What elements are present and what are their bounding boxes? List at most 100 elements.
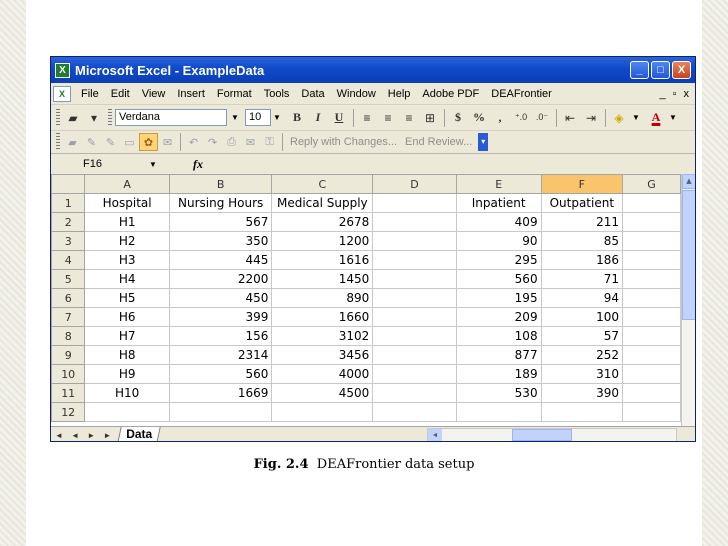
- column-header-b[interactable]: B: [168, 174, 273, 194]
- cell[interactable]: 3102: [271, 326, 374, 346]
- row-header[interactable]: 12: [51, 402, 86, 422]
- horizontal-scroll-thumb[interactable]: [512, 429, 573, 441]
- cell[interactable]: 252: [540, 345, 624, 365]
- cell[interactable]: [622, 212, 681, 232]
- cell[interactable]: 310: [540, 364, 624, 384]
- cell[interactable]: [622, 326, 681, 346]
- doc-close-button[interactable]: x: [684, 88, 690, 100]
- cell[interactable]: 1200: [271, 231, 374, 251]
- toolbar-grip-3[interactable]: [56, 133, 60, 151]
- cell[interactable]: H8: [84, 345, 170, 365]
- cell[interactable]: [622, 364, 681, 384]
- currency-button[interactable]: $: [448, 108, 468, 128]
- cell[interactable]: 195: [455, 288, 542, 308]
- menu-adobe-pdf[interactable]: Adobe PDF: [416, 88, 485, 100]
- cell[interactable]: 1669: [168, 383, 273, 403]
- cell[interactable]: [622, 345, 681, 365]
- lock-icon[interactable]: ⚿: [260, 133, 279, 151]
- vertical-scrollbar[interactable]: ▲: [681, 174, 695, 426]
- scroll-up-icon[interactable]: ▲: [682, 174, 695, 189]
- menu-edit[interactable]: Edit: [105, 88, 136, 100]
- cell[interactable]: 108: [455, 326, 542, 346]
- menu-window[interactable]: Window: [331, 88, 382, 100]
- increase-indent-icon[interactable]: ⇥: [581, 108, 601, 128]
- cell[interactable]: [455, 402, 542, 422]
- fill-color-icon[interactable]: ◈: [609, 108, 629, 128]
- row-header[interactable]: 9: [51, 345, 86, 365]
- cell[interactable]: 2200: [168, 269, 273, 289]
- cell[interactable]: [622, 402, 681, 422]
- doc-restore-button[interactable]: ▫: [673, 88, 677, 100]
- cell[interactable]: 445: [168, 250, 273, 270]
- menu-insert[interactable]: Insert: [171, 88, 211, 100]
- cell[interactable]: 390: [540, 383, 624, 403]
- row-header[interactable]: 2: [51, 212, 86, 232]
- menu-tools[interactable]: Tools: [258, 88, 296, 100]
- font-name-input[interactable]: Verdana: [115, 109, 227, 126]
- underline-button[interactable]: U: [329, 108, 349, 128]
- row-header[interactable]: 10: [51, 364, 86, 384]
- cell[interactable]: 2678: [271, 212, 374, 232]
- cell[interactable]: [372, 402, 457, 422]
- cell[interactable]: 350: [168, 231, 273, 251]
- column-header-c[interactable]: C: [271, 174, 374, 194]
- cell[interactable]: Nursing Hours: [168, 193, 273, 213]
- scroll-left-icon[interactable]: ◄: [428, 428, 443, 441]
- increase-decimal-icon[interactable]: ⁺.0: [511, 108, 531, 128]
- cell[interactable]: 209: [455, 307, 542, 327]
- cell[interactable]: H2: [84, 231, 170, 251]
- cell[interactable]: H10: [84, 383, 170, 403]
- row-header[interactable]: 7: [51, 307, 86, 327]
- show-icon[interactable]: ✉: [158, 133, 177, 151]
- toolbar-grip[interactable]: [56, 108, 60, 127]
- column-header-e[interactable]: E: [455, 174, 542, 194]
- merge-center-icon[interactable]: ⊞: [420, 108, 440, 128]
- cell[interactable]: [622, 383, 681, 403]
- cell[interactable]: 3456: [271, 345, 374, 365]
- cell[interactable]: H9: [84, 364, 170, 384]
- reply-with-changes-button[interactable]: Reply with Changes...: [290, 136, 397, 148]
- cell[interactable]: [372, 288, 457, 308]
- cell[interactable]: H4: [84, 269, 170, 289]
- cell[interactable]: 189: [455, 364, 542, 384]
- cell[interactable]: [622, 307, 681, 327]
- cell[interactable]: 57: [540, 326, 624, 346]
- track-changes-icon[interactable]: ✿: [139, 133, 158, 151]
- cell[interactable]: 156: [168, 326, 273, 346]
- comment-next-icon[interactable]: ✎: [101, 133, 120, 151]
- row-header[interactable]: 6: [51, 288, 86, 308]
- cell[interactable]: 100: [540, 307, 624, 327]
- cell[interactable]: 399: [168, 307, 273, 327]
- cell[interactable]: 877: [455, 345, 542, 365]
- cell[interactable]: [372, 364, 457, 384]
- font-size-input[interactable]: 10: [245, 109, 271, 126]
- menu-data[interactable]: Data: [295, 88, 330, 100]
- menu-help[interactable]: Help: [382, 88, 417, 100]
- cell[interactable]: H5: [84, 288, 170, 308]
- workbook-icon[interactable]: X: [53, 85, 71, 102]
- column-header-d[interactable]: D: [372, 174, 457, 194]
- cell[interactable]: [372, 250, 457, 270]
- cell[interactable]: H7: [84, 326, 170, 346]
- font-dropdown-icon[interactable]: ▼: [229, 109, 241, 126]
- cell[interactable]: 567: [168, 212, 273, 232]
- maximize-button[interactable]: □: [651, 61, 670, 79]
- cell[interactable]: 890: [271, 288, 374, 308]
- decrease-indent-icon[interactable]: ⇤: [560, 108, 580, 128]
- cell[interactable]: 409: [455, 212, 542, 232]
- fill-color-dropdown-icon[interactable]: ▼: [630, 109, 642, 126]
- minimize-button[interactable]: _: [630, 61, 649, 79]
- italic-button[interactable]: I: [308, 108, 328, 128]
- send-icon[interactable]: ✉: [241, 133, 260, 151]
- cell[interactable]: Medical Supply: [271, 193, 374, 213]
- cell[interactable]: 2314: [168, 345, 273, 365]
- cell[interactable]: [622, 231, 681, 251]
- toolbar-grip-2[interactable]: [108, 108, 112, 127]
- cell[interactable]: Hospital: [84, 193, 170, 213]
- cell[interactable]: 85: [540, 231, 624, 251]
- comma-button[interactable]: ,: [490, 108, 510, 128]
- cell[interactable]: H6: [84, 307, 170, 327]
- comment-icon[interactable]: ✎: [82, 133, 101, 151]
- toolbar-options-icon[interactable]: ▾: [478, 133, 489, 151]
- cell[interactable]: 4500: [271, 383, 374, 403]
